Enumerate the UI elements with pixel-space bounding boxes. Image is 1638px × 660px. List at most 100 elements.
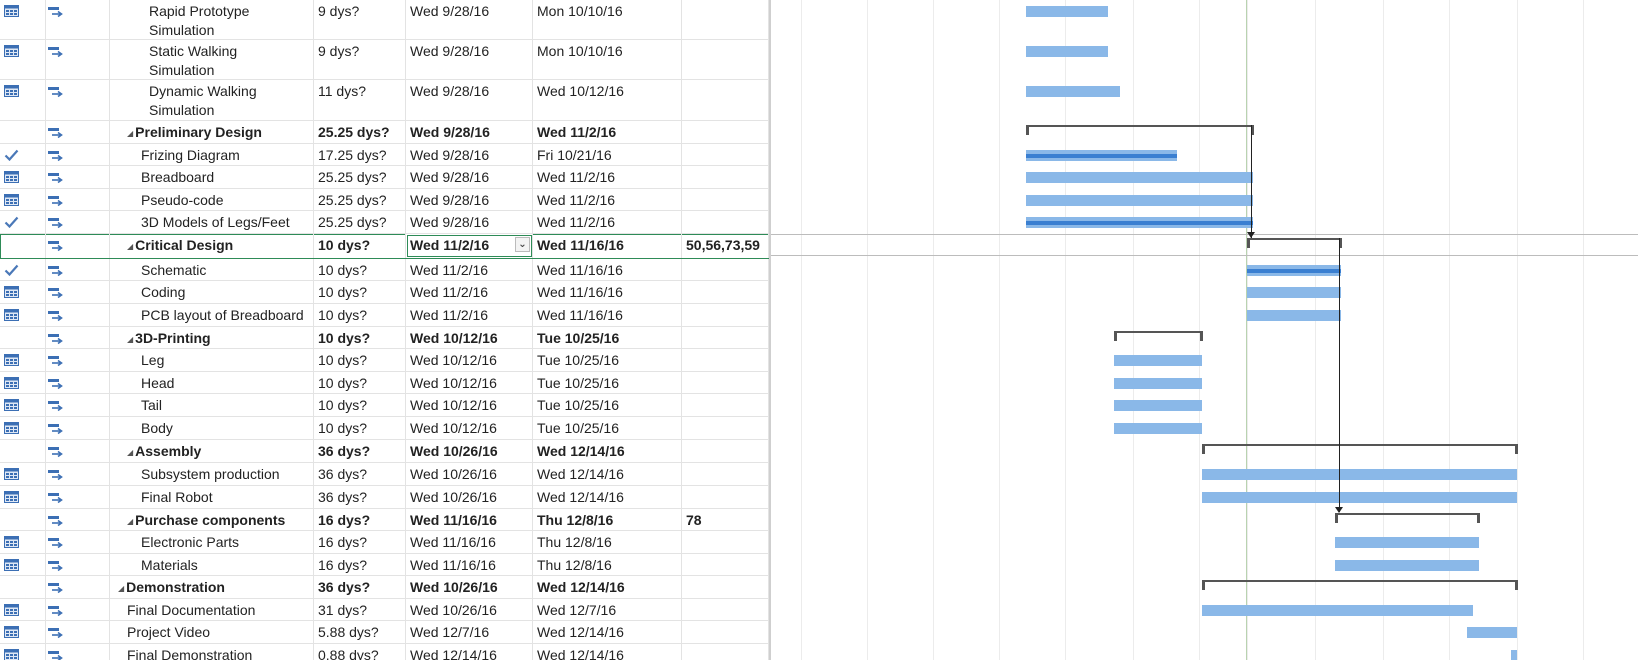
duration-cell[interactable]: 5.88 dys? xyxy=(314,621,406,643)
task-row[interactable]: ◢ Critical Design 10 dys? Wed 11/2/16 ⌄ Wed 1… xyxy=(0,234,769,259)
start-cell[interactable]: Wed 12/7/16 xyxy=(406,621,533,643)
task-name-cell[interactable]: Electronic Parts xyxy=(110,531,314,553)
duration-cell[interactable]: 10 dys? xyxy=(314,234,406,258)
summary-bar[interactable] xyxy=(1247,238,1341,240)
duration-cell[interactable]: 25.25 dys? xyxy=(314,166,406,188)
task-bar[interactable] xyxy=(1026,86,1120,97)
collapse-caret-icon[interactable]: ◢ xyxy=(127,443,133,462)
finish-cell[interactable]: Tue 10/25/16 xyxy=(533,394,682,416)
predecessors-cell[interactable] xyxy=(682,327,769,348)
task-row[interactable]: Schematic 10 dys? Wed 11/2/16 Wed 11/16/16 xyxy=(0,259,769,281)
finish-cell[interactable]: Wed 12/14/16 xyxy=(533,440,682,462)
task-name-cell[interactable]: Final Robot xyxy=(110,486,314,508)
task-name-cell[interactable]: Leg xyxy=(110,349,314,371)
task-row[interactable]: Breadboard 25.25 dys? Wed 9/28/16 Wed 11/2/… xyxy=(0,166,769,189)
duration-cell[interactable]: 31 dys? xyxy=(314,599,406,620)
task-row[interactable]: Leg 10 dys? Wed 10/12/16 Tue 10/25/16 xyxy=(0,349,769,372)
predecessors-cell[interactable] xyxy=(682,644,769,660)
predecessors-cell[interactable] xyxy=(682,121,769,143)
duration-cell[interactable]: 16 dys? xyxy=(314,509,406,530)
duration-cell[interactable]: 0.88 dys? xyxy=(314,644,406,660)
start-cell[interactable]: Wed 10/26/16 xyxy=(406,463,533,485)
task-name-cell[interactable]: Head xyxy=(110,372,314,393)
finish-cell[interactable]: Wed 12/14/16 xyxy=(533,463,682,485)
start-cell[interactable]: Wed 10/12/16 xyxy=(406,372,533,393)
start-cell[interactable]: Wed 10/26/16 xyxy=(406,440,533,462)
finish-cell[interactable]: Wed 11/2/16 xyxy=(533,211,682,233)
task-bar[interactable] xyxy=(1114,400,1202,411)
task-name-cell[interactable]: Subsystem production xyxy=(110,463,314,485)
task-name-cell[interactable]: Materials xyxy=(110,554,314,575)
duration-cell[interactable]: 25.25 dys? xyxy=(314,189,406,210)
task-bar[interactable] xyxy=(1247,287,1341,298)
task-name-cell[interactable]: Tail xyxy=(110,394,314,416)
task-bar[interactable] xyxy=(1026,172,1253,183)
duration-cell[interactable]: 16 dys? xyxy=(314,531,406,553)
start-cell[interactable]: Wed 11/16/16 xyxy=(406,509,533,530)
start-cell[interactable]: Wed 11/16/16 xyxy=(406,531,533,553)
task-row[interactable]: Dynamic Walking Simulation 11 dys? Wed 9/28… xyxy=(0,80,769,121)
task-bar[interactable] xyxy=(1026,6,1108,17)
task-name-cell[interactable]: ◢ Assembly xyxy=(110,440,314,462)
collapse-caret-icon[interactable]: ◢ xyxy=(127,237,133,256)
start-cell[interactable]: Wed 9/28/16 xyxy=(406,189,533,210)
start-cell[interactable]: Wed 11/2/16 xyxy=(406,281,533,303)
duration-cell[interactable]: 10 dys? xyxy=(314,304,406,326)
task-row[interactable]: Pseudo-code 25.25 dys? Wed 9/28/16 Wed 11/2… xyxy=(0,189,769,211)
task-row[interactable]: ◢ 3D-Printing 10 dys? Wed 10/12/16 Tue 10/25… xyxy=(0,327,769,349)
duration-cell[interactable]: 9 dys? xyxy=(314,0,406,39)
finish-cell[interactable]: Mon 10/10/16 xyxy=(533,0,682,39)
finish-cell[interactable]: Wed 11/16/16 xyxy=(533,234,682,258)
task-row[interactable]: Body 10 dys? Wed 10/12/16 Tue 10/25/16 xyxy=(0,417,769,440)
start-cell[interactable]: Wed 10/12/16 xyxy=(406,394,533,416)
start-cell[interactable]: Wed 10/26/16 xyxy=(406,576,533,598)
predecessors-cell[interactable] xyxy=(682,463,769,485)
start-cell[interactable]: Wed 10/12/16 xyxy=(406,327,533,348)
finish-cell[interactable]: Wed 12/14/16 xyxy=(533,576,682,598)
finish-cell[interactable]: Mon 10/10/16 xyxy=(533,40,682,79)
task-name-cell[interactable]: Rapid Prototype Simulation xyxy=(110,0,314,39)
predecessors-cell[interactable] xyxy=(682,259,769,280)
collapse-caret-icon[interactable]: ◢ xyxy=(127,330,133,348)
start-cell[interactable]: Wed 9/28/16 xyxy=(406,80,533,120)
task-row[interactable]: Static Walking Simulation 9 dys? Wed 9/28/1… xyxy=(0,40,769,80)
predecessors-cell[interactable] xyxy=(682,144,769,165)
task-row[interactable]: Tail 10 dys? Wed 10/12/16 Tue 10/25/16 xyxy=(0,394,769,417)
predecessors-cell[interactable] xyxy=(682,599,769,620)
task-bar[interactable] xyxy=(1114,355,1202,366)
finish-cell[interactable]: Tue 10/25/16 xyxy=(533,349,682,371)
finish-cell[interactable]: Wed 11/2/16 xyxy=(533,166,682,188)
task-row[interactable]: Rapid Prototype Simulation 9 dys? Wed 9/28/… xyxy=(0,0,769,40)
duration-cell[interactable]: 10 dys? xyxy=(314,281,406,303)
predecessors-cell[interactable] xyxy=(682,304,769,326)
task-bar[interactable] xyxy=(1202,605,1473,616)
task-name-cell[interactable]: ◢ Preliminary Design xyxy=(110,121,314,143)
summary-bar[interactable] xyxy=(1114,331,1202,333)
duration-cell[interactable]: 16 dys? xyxy=(314,554,406,575)
predecessors-cell[interactable] xyxy=(682,576,769,598)
start-cell[interactable]: Wed 10/26/16 xyxy=(406,486,533,508)
task-bar[interactable] xyxy=(1202,469,1517,480)
duration-cell[interactable]: 10 dys? xyxy=(314,327,406,348)
duration-cell[interactable]: 25.25 dys? xyxy=(314,211,406,233)
task-name-cell[interactable]: Static Walking Simulation xyxy=(110,40,314,79)
collapse-caret-icon[interactable]: ◢ xyxy=(127,512,133,530)
task-name-cell[interactable]: ◢ 3D-Printing xyxy=(110,327,314,348)
collapse-caret-icon[interactable]: ◢ xyxy=(127,124,133,143)
task-bar[interactable] xyxy=(1026,46,1108,57)
start-cell[interactable]: Wed 9/28/16 xyxy=(406,144,533,165)
start-cell[interactable]: Wed 9/28/16 xyxy=(406,121,533,143)
start-cell[interactable]: Wed 10/12/16 xyxy=(406,349,533,371)
start-cell[interactable]: Wed 12/14/16 xyxy=(406,644,533,660)
finish-cell[interactable]: Thu 12/8/16 xyxy=(533,554,682,575)
task-bar[interactable] xyxy=(1335,560,1479,571)
duration-cell[interactable]: 36 dys? xyxy=(314,440,406,462)
task-name-cell[interactable]: Project Video xyxy=(110,621,314,643)
finish-cell[interactable]: Wed 12/14/16 xyxy=(533,621,682,643)
task-row[interactable]: Subsystem production 36 dys? Wed 10/26/16 W… xyxy=(0,463,769,486)
predecessors-cell[interactable] xyxy=(682,80,769,120)
duration-cell[interactable]: 10 dys? xyxy=(314,417,406,439)
task-row[interactable]: ◢ Assembly 36 dys? Wed 10/26/16 Wed 12/14/16 xyxy=(0,440,769,463)
predecessors-cell[interactable] xyxy=(682,189,769,210)
collapse-caret-icon[interactable]: ◢ xyxy=(118,579,124,598)
